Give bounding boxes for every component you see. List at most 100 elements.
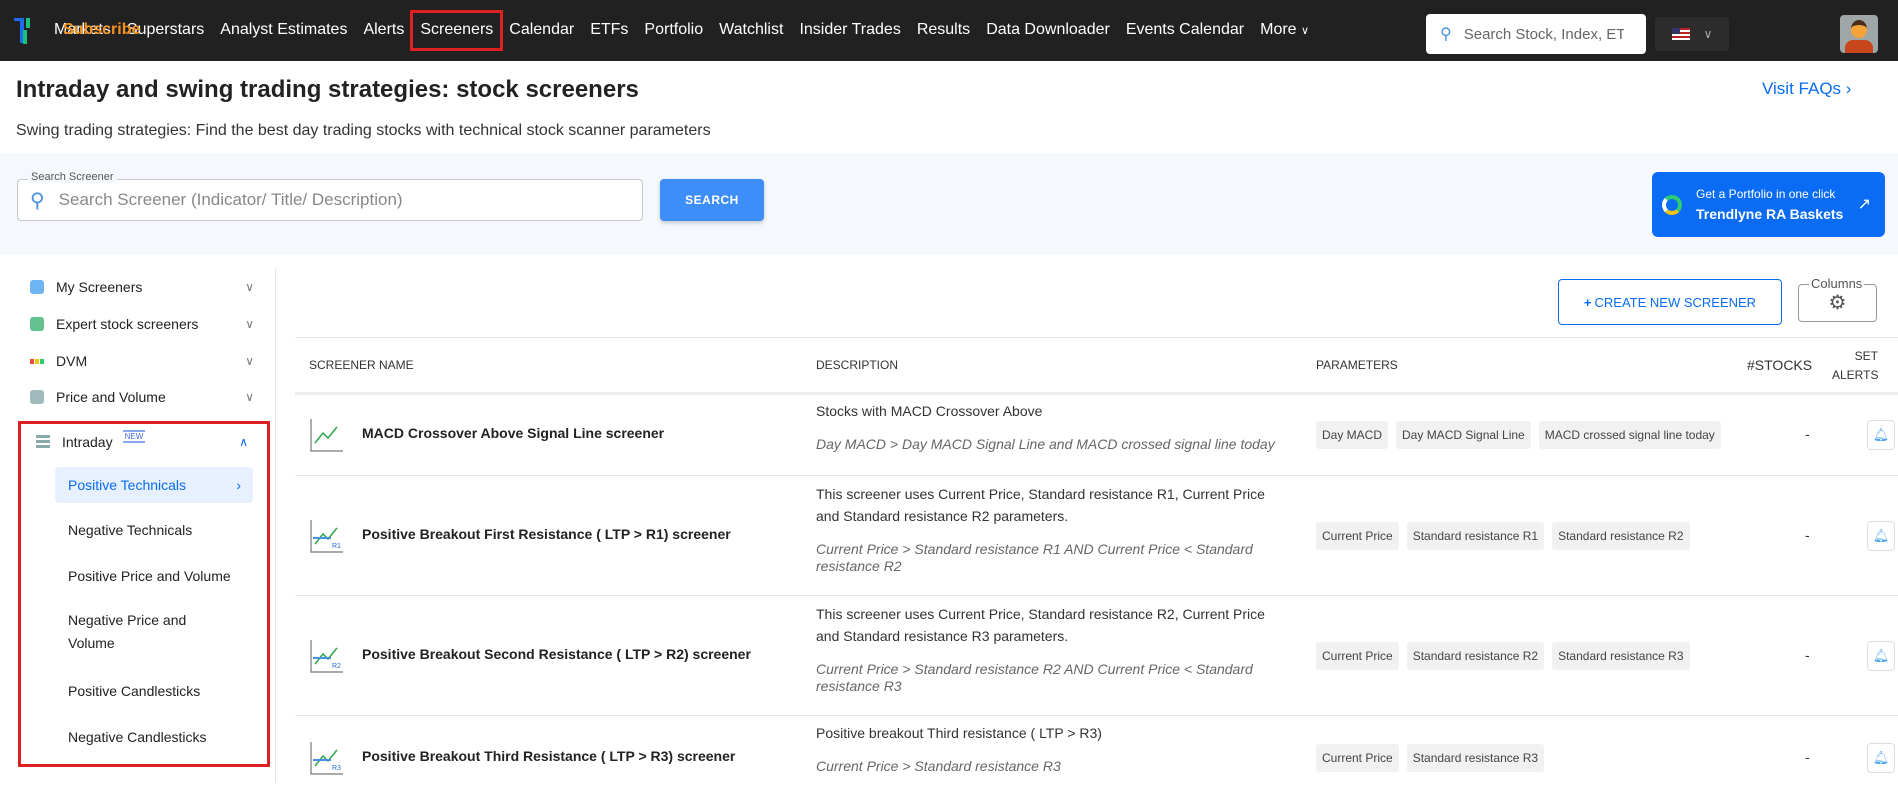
parameter-chip: Standard resistance R3 (1552, 642, 1690, 670)
sidebar-item-price-and-volume[interactable]: Price and Volume ∨ (30, 389, 254, 405)
visit-faqs-link[interactable]: Visit FAQs › (1762, 79, 1851, 99)
plus-icon: + (1583, 294, 1592, 310)
screener-description: This screener uses Current Price, Standa… (816, 603, 1286, 695)
nav-etfs[interactable]: ETFs (582, 12, 636, 49)
subitem-label: Negative Candlesticks (68, 729, 207, 745)
nav-calendar[interactable]: Calendar (501, 12, 582, 49)
sidebar-subitem-positive-candlesticks[interactable]: Positive Candlesticks (55, 680, 253, 703)
parameter-chip: Standard resistance R3 (1406, 744, 1545, 772)
search-label: Search Screener (28, 171, 117, 183)
parameter-chip: Current Price (1316, 744, 1399, 772)
screener-description: This screener uses Current Price, Standa… (816, 483, 1286, 575)
nav-results[interactable]: Results (909, 12, 978, 49)
stock-count: - (1805, 749, 1810, 765)
chevron-down-icon: ∨ (245, 280, 254, 294)
nav-screeners[interactable]: Screeners (410, 10, 504, 51)
header-set-alerts: SET ALERTS (1832, 347, 1878, 385)
global-search-input[interactable]: ⚲ Search Stock, Index, ETF (1426, 14, 1646, 54)
sidebar-subitem-negative-price-and-volume[interactable]: Negative Price and Volume (55, 609, 205, 655)
user-avatar[interactable] (1840, 15, 1878, 53)
set-alert-bell-icon[interactable]: 🔔︎ (1867, 641, 1895, 671)
chevron-down-icon: ∨ (1703, 27, 1713, 41)
sidebar-item-dvm[interactable]: DVM ∨ (30, 353, 254, 369)
description-text: Positive breakout Third resistance ( LTP… (816, 725, 1102, 741)
sidebar-item-expert-stock-screeners[interactable]: Expert stock screeners ∨ (30, 316, 254, 332)
group-label: Expert stock screeners (56, 316, 199, 332)
divider (295, 337, 1898, 338)
parameter-chips: Current Price Standard resistance R3 (1316, 744, 1545, 772)
chart-trend-icon: R3 (309, 740, 343, 775)
stock-count: - (1805, 527, 1810, 543)
resistance-badge: R2 (332, 663, 341, 670)
document-icon (30, 280, 44, 294)
search-icon: ⚲ (1440, 26, 1452, 43)
table-row[interactable]: MACD Crossover Above Signal Line screene… (295, 393, 1898, 476)
sidebar-item-intraday[interactable]: Intraday NEW ∧ (36, 429, 248, 450)
chevron-down-icon: ∨ (245, 390, 254, 404)
new-badge: NEW (122, 429, 146, 443)
sidebar-subitem-negative-candlesticks[interactable]: Negative Candlesticks (55, 726, 253, 749)
nav-events-calendar[interactable]: Events Calendar (1118, 12, 1252, 49)
nav-portfolio[interactable]: Portfolio (636, 12, 711, 49)
resistance-badge: R1 (332, 543, 341, 550)
sidebar-subitem-positive-price-and-volume[interactable]: Positive Price and Volume (55, 565, 253, 588)
set-alert-bell-icon[interactable]: 🔔︎ (1867, 521, 1895, 551)
description-text: This screener uses Current Price, Standa… (816, 606, 1265, 644)
group-label: My Screeners (56, 279, 143, 295)
trendlyne-logo[interactable] (14, 17, 32, 44)
country-selector[interactable]: ∨ (1655, 17, 1729, 51)
table-row[interactable]: R2 Positive Breakout Second Resistance ( … (295, 596, 1898, 716)
nav-insider-trades[interactable]: Insider Trades (791, 12, 908, 49)
formula-text: Current Price > Standard resistance R3 (816, 758, 1061, 774)
sliders-icon (30, 390, 44, 404)
nav-more[interactable]: More ∨ (1252, 12, 1317, 49)
screener-name[interactable]: Positive Breakout First Resistance ( LTP… (362, 526, 731, 542)
set-alert-bell-icon[interactable]: 🔔︎ (1867, 743, 1895, 773)
chart-trend-icon: R1 (309, 518, 343, 553)
description-text: This screener uses Current Price, Standa… (816, 486, 1265, 524)
nav-watchlist[interactable]: Watchlist (711, 12, 791, 49)
nav-data-downloader[interactable]: Data Downloader (978, 12, 1118, 49)
search-placeholder: Search Stock, Index, ETF (1463, 25, 1624, 43)
stock-count: - (1805, 425, 1810, 442)
faq-label: Visit FAQs (1762, 79, 1842, 98)
search-icon: ⚲ (30, 189, 45, 212)
chevron-down-icon: ∨ (1301, 25, 1310, 37)
screener-name[interactable]: Positive Breakout Third Resistance ( LTP… (362, 748, 735, 764)
sidebar-item-my-screeners[interactable]: My Screeners ∨ (30, 279, 254, 295)
parameter-chips: Current Price Standard resistance R2 Stand… (1316, 642, 1690, 670)
header-stocks: #STOCKS (1747, 357, 1813, 373)
screener-description: Positive breakout Third resistance ( LTP… (816, 722, 1286, 775)
nav-subscribe[interactable]: Subscribe (55, 12, 253, 48)
arrow-up-right-icon: ↗ (1857, 196, 1871, 213)
search-button[interactable]: SEARCH (660, 179, 764, 221)
parameter-chip: Day MACD Signal Line (1396, 420, 1531, 449)
header-alerts-line1: SET (1854, 349, 1878, 363)
top-nav: Markets Superstars Analyst Estimates Alerts… (0, 0, 1898, 61)
nav-alerts[interactable]: Alerts (355, 12, 412, 49)
search-placeholder: Search Screener (Indicator/ Title/ Descr… (58, 190, 403, 209)
page-subtitle: Swing trading strategies: Find the best … (16, 122, 711, 139)
parameter-chip: MACD crossed signal line today (1538, 420, 1721, 449)
subitem-label: Positive Price and Volume (68, 568, 231, 584)
columns-button[interactable]: Columns ⚙ (1798, 276, 1877, 322)
screener-name[interactable]: Positive Breakout Second Resistance ( LT… (362, 646, 751, 662)
chart-trend-icon (309, 417, 343, 452)
parameter-chips: Current Price Standard resistance R1 Stand… (1316, 522, 1690, 550)
us-flag-icon (1671, 28, 1690, 40)
stock-count: - (1805, 647, 1810, 663)
sidebar-subitem-negative-technicals[interactable]: Negative Technicals (55, 519, 253, 542)
header-alerts-line2: ALERTS (1832, 368, 1879, 382)
screener-search-input[interactable]: Search Screener ⚲ Search Screener (Indic… (17, 171, 643, 221)
sidebar-subitem-positive-technicals[interactable]: Positive Technicals › (55, 467, 253, 503)
nav-more-label: More (1260, 21, 1297, 38)
set-alert-bell-icon[interactable]: 🔔︎ (1867, 419, 1895, 450)
ra-baskets-banner[interactable]: Get a Portfolio in one click Trendlyne RA… (1652, 172, 1885, 237)
table-row[interactable]: R3 Positive Breakout Third Resistance ( L… (295, 716, 1898, 796)
create-new-screener-button[interactable]: + CREATE NEW SCREENER (1558, 279, 1782, 325)
create-label: CREATE NEW SCREENER (1594, 294, 1757, 310)
chevron-right-icon: › (1845, 79, 1852, 98)
screener-name[interactable]: MACD Crossover Above Signal Line screene… (362, 425, 664, 441)
table-row[interactable]: R1 Positive Breakout First Resistance ( L… (295, 476, 1898, 596)
gear-icon: ⚙ (1828, 292, 1847, 314)
